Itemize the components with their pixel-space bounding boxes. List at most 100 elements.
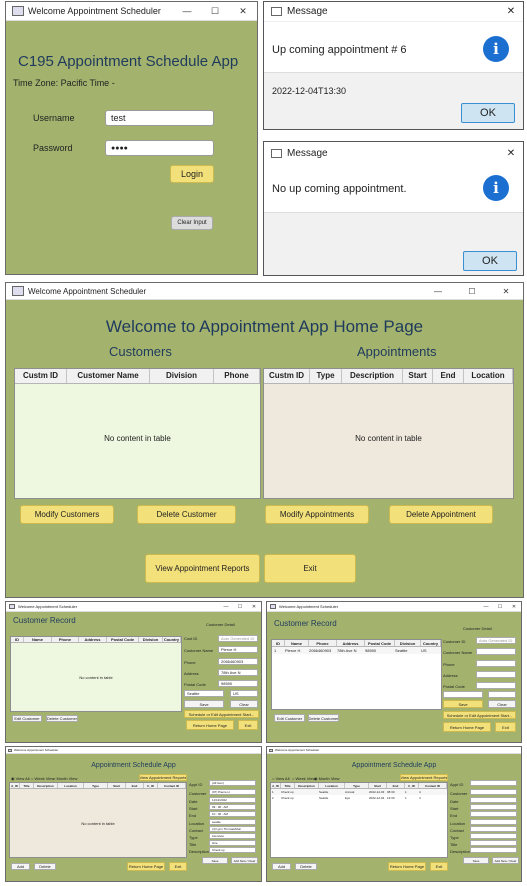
column-header[interactable]: Start xyxy=(108,783,126,788)
customer-table[interactable]: ID Name Phone Address Postal Code Divisi… xyxy=(271,639,442,710)
description-input[interactable]: Check up xyxy=(209,847,256,853)
ok-button[interactable]: OK xyxy=(461,103,515,123)
start-time-select[interactable]: 09 : 00 : AM xyxy=(209,804,256,810)
column-header[interactable]: Postal Code xyxy=(107,637,139,642)
location-input[interactable] xyxy=(470,819,517,825)
country-select[interactable]: US xyxy=(230,690,258,697)
edit-customer-button[interactable]: Edit Customer xyxy=(12,715,42,722)
column-header[interactable]: Division xyxy=(395,640,421,646)
column-header[interactable]: Name xyxy=(24,637,52,642)
date-picker[interactable]: 11/12/2022 xyxy=(209,797,256,803)
column-header[interactable]: Phone xyxy=(52,637,79,642)
clear-button[interactable]: Clear xyxy=(488,700,516,708)
exit-button[interactable]: Exit xyxy=(238,720,258,730)
column-header[interactable]: Location xyxy=(464,369,513,383)
return-home-button[interactable]: Return Home Page xyxy=(127,862,165,871)
column-header[interactable]: Type xyxy=(84,783,108,788)
close-icon[interactable]: ✕ xyxy=(247,604,261,610)
date-picker[interactable] xyxy=(470,797,517,803)
column-header[interactable]: Phone xyxy=(309,640,337,646)
delete-button[interactable]: Delete xyxy=(295,863,317,870)
column-header[interactable]: Country xyxy=(421,640,441,646)
column-header[interactable]: Type xyxy=(310,369,342,383)
column-header[interactable]: A_ID xyxy=(10,783,20,788)
return-home-button[interactable]: Return Home Page xyxy=(186,720,234,730)
add-new-clear-button[interactable]: Add New / Clear xyxy=(231,857,258,864)
table-row[interactable]: 1 Pierce H 2066460903 78th Ave N 98590 S… xyxy=(272,647,441,654)
exit-button[interactable]: Exit xyxy=(169,862,187,871)
column-header[interactable]: Contact ID xyxy=(158,783,186,788)
column-header[interactable]: Type xyxy=(345,783,369,788)
column-header[interactable]: Division xyxy=(150,369,214,383)
radio-month-view[interactable]: ◉ Month View xyxy=(314,776,339,781)
column-header[interactable]: Location xyxy=(319,783,345,788)
column-header[interactable]: Address xyxy=(337,640,365,646)
column-header[interactable]: Contact ID xyxy=(419,783,447,788)
column-header[interactable]: Custm ID xyxy=(264,369,310,383)
column-header[interactable]: Customer Name xyxy=(67,369,150,383)
address-input[interactable] xyxy=(476,671,516,678)
clear-button[interactable]: Clear xyxy=(230,700,258,708)
customer-name-input[interactable] xyxy=(476,648,516,655)
column-header[interactable]: ID xyxy=(11,637,24,642)
view-reports-button[interactable]: View Appointment Reports xyxy=(139,774,187,781)
type-input[interactable] xyxy=(470,833,517,839)
column-header[interactable]: Postal Code xyxy=(365,640,395,646)
customer-table[interactable]: ID Name Phone Address Postal Code Divisi… xyxy=(10,636,182,712)
maximize-icon[interactable]: ☐ xyxy=(233,604,247,610)
appointment-table[interactable]: A_ID Title Description Location Type Sta… xyxy=(270,782,448,858)
exit-button[interactable]: Exit xyxy=(495,722,516,732)
customers-table[interactable]: Custm ID Customer Name Division Phone No… xyxy=(14,368,261,499)
column-header[interactable]: Start xyxy=(403,369,433,383)
title-input[interactable]: Hire xyxy=(209,840,256,846)
delete-customer-button[interactable]: Delete Customer xyxy=(46,715,78,722)
close-icon[interactable]: ✕ xyxy=(507,604,521,610)
save-button[interactable]: Save xyxy=(463,857,489,864)
minimize-icon[interactable]: — xyxy=(173,6,201,16)
view-appointment-reports-button[interactable]: View Appointment Reports xyxy=(145,554,260,583)
column-header[interactable]: Title xyxy=(20,783,34,788)
add-new-clear-button[interactable]: Add New / Clear xyxy=(492,857,519,864)
minimize-icon[interactable]: — xyxy=(219,604,233,610)
column-header[interactable]: Description xyxy=(295,783,319,788)
minimize-icon[interactable]: — xyxy=(421,287,455,296)
schedule-appointment-button[interactable]: Schedule or Edit Appointment Start... xyxy=(443,711,516,719)
password-input[interactable]: ●●●● xyxy=(105,140,214,156)
edit-customer-button[interactable]: Edit Customer xyxy=(274,714,305,722)
start-time-select[interactable] xyxy=(470,804,517,810)
schedule-appointment-button[interactable]: Schedule or Edit Appointment Start... xyxy=(184,710,259,718)
column-header[interactable]: C_ID xyxy=(144,783,158,788)
delete-button[interactable]: Delete xyxy=(34,863,56,870)
close-icon[interactable]: ✕ xyxy=(499,6,523,17)
save-button[interactable]: Save xyxy=(184,700,224,708)
column-header[interactable]: End xyxy=(387,783,405,788)
save-button[interactable]: Save xyxy=(202,857,228,864)
radio-month-view[interactable]: ○ Month View xyxy=(53,776,77,781)
contact-select[interactable]: (4) Lynn Thomas/Mun xyxy=(209,826,256,832)
clear-input-button[interactable]: Clear Input xyxy=(171,216,213,230)
username-input[interactable]: test xyxy=(105,110,214,126)
close-icon[interactable]: ✕ xyxy=(499,148,523,159)
return-home-button[interactable]: Return Home Page xyxy=(443,722,491,732)
add-button[interactable]: Add xyxy=(11,863,30,870)
column-header[interactable]: Division xyxy=(139,637,163,642)
division-select[interactable]: Seattle xyxy=(184,690,224,697)
customer-select[interactable]: (97) Pierce H xyxy=(209,789,256,795)
return-home-button[interactable]: Return Home Page xyxy=(388,862,426,871)
description-input[interactable] xyxy=(470,847,517,853)
end-time-select[interactable] xyxy=(470,811,517,817)
modify-appointments-button[interactable]: Modify Appointments xyxy=(265,505,369,524)
add-button[interactable]: Add xyxy=(272,863,291,870)
contact-select[interactable] xyxy=(470,826,517,832)
delete-appointment-button[interactable]: Delete Appointment xyxy=(389,505,493,524)
column-header[interactable]: ID xyxy=(272,640,285,646)
postal-code-input[interactable]: 98590 xyxy=(218,680,258,687)
login-button[interactable]: Login xyxy=(170,165,214,183)
column-header[interactable]: Country xyxy=(163,637,181,642)
country-select[interactable] xyxy=(488,691,516,698)
radio-week-view[interactable]: ○ Week View xyxy=(31,776,54,781)
exit-button[interactable]: Exit xyxy=(430,862,448,871)
appointments-table[interactable]: Custm ID Type Description Start End Loca… xyxy=(263,368,514,499)
save-button[interactable]: Save xyxy=(443,700,483,708)
type-input[interactable]: interview xyxy=(209,833,256,839)
